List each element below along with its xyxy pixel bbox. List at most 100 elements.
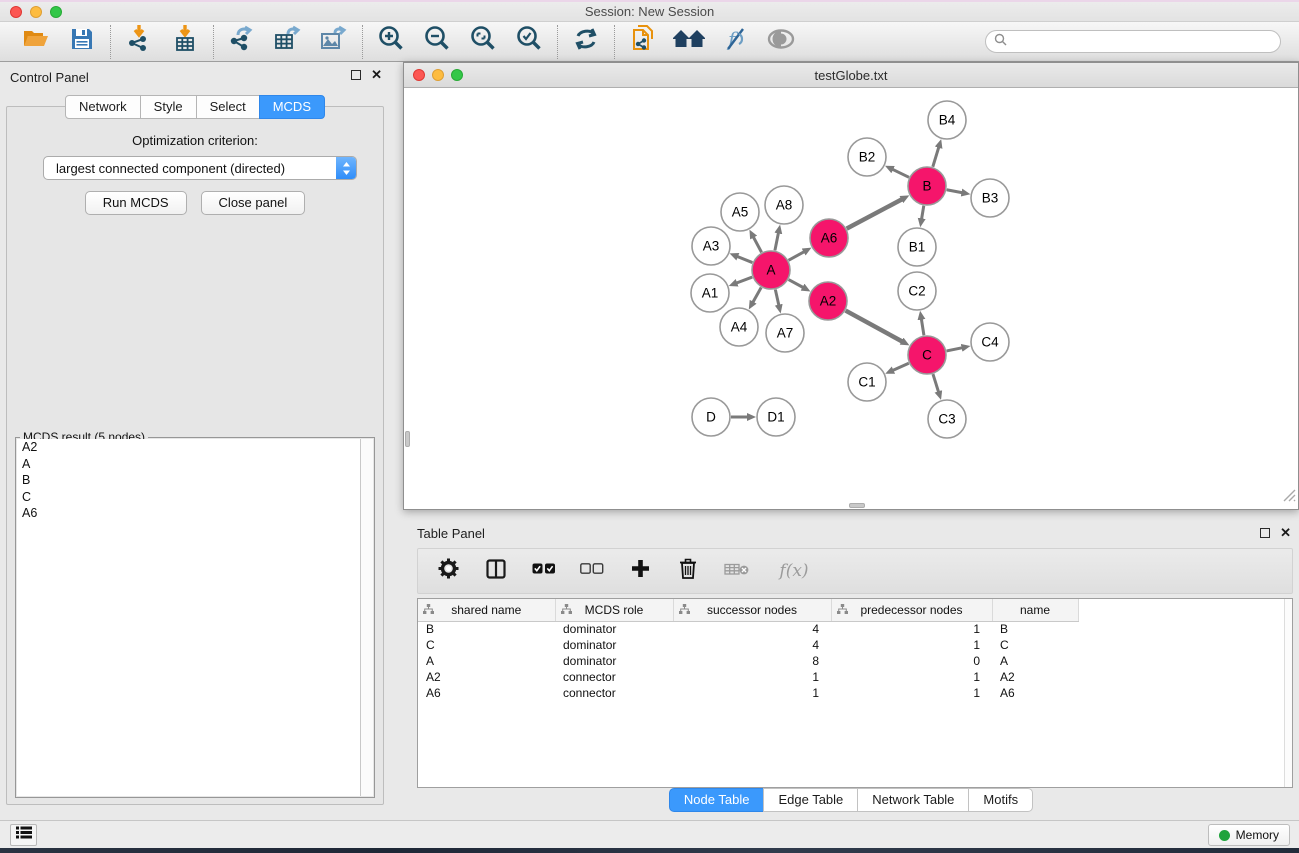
tab-style[interactable]: Style bbox=[140, 95, 197, 119]
table-row[interactable]: Adominator80A bbox=[418, 653, 1292, 669]
edge-A-A5[interactable] bbox=[753, 237, 761, 253]
zoom-out-button[interactable] bbox=[419, 25, 455, 59]
table-cell[interactable]: dominator bbox=[555, 621, 673, 637]
table-cell[interactable]: A6 bbox=[992, 685, 1078, 701]
import-network-button[interactable] bbox=[121, 25, 157, 59]
edge-C-C2[interactable] bbox=[921, 319, 924, 336]
close-panel-button[interactable]: Close panel bbox=[201, 191, 306, 215]
resize-grip[interactable] bbox=[1283, 489, 1296, 507]
edge-A-A3[interactable] bbox=[737, 256, 752, 262]
tab-motifs[interactable]: Motifs bbox=[968, 788, 1033, 812]
column-header-successor-nodes[interactable]: successor nodes bbox=[673, 599, 831, 621]
function-builder-button[interactable]: f(x) bbox=[772, 559, 816, 583]
close-table-panel-icon[interactable]: ✕ bbox=[1280, 528, 1291, 538]
column-header-mcds-role[interactable]: MCDS role bbox=[555, 599, 673, 621]
edge-A-A1[interactable] bbox=[736, 277, 752, 283]
zoom-selected-button[interactable] bbox=[511, 25, 547, 59]
table-cell[interactable]: A bbox=[992, 653, 1078, 669]
edge-B-B4[interactable] bbox=[933, 147, 939, 167]
float-panel-icon[interactable] bbox=[351, 70, 361, 80]
export-network-button[interactable] bbox=[224, 25, 260, 59]
tab-node-table[interactable]: Node Table bbox=[669, 788, 765, 812]
node-A1[interactable]: A1 bbox=[691, 274, 729, 312]
table-cell[interactable]: B bbox=[418, 621, 555, 637]
left-scroll-nub[interactable] bbox=[405, 431, 410, 447]
table-cell[interactable]: 4 bbox=[673, 637, 831, 653]
run-mcds-button[interactable]: Run MCDS bbox=[85, 191, 187, 215]
node-C4[interactable]: C4 bbox=[971, 323, 1009, 361]
table-cell[interactable]: 1 bbox=[831, 685, 992, 701]
table-cell[interactable]: 1 bbox=[831, 669, 992, 685]
table-row[interactable]: A2connector11A2 bbox=[418, 669, 1292, 685]
result-item[interactable]: A6 bbox=[17, 505, 373, 522]
table-scrollbar[interactable] bbox=[1284, 599, 1292, 787]
result-item[interactable]: A bbox=[17, 456, 373, 473]
table-cell[interactable]: C bbox=[418, 637, 555, 653]
column-header-shared-name[interactable]: shared name bbox=[418, 599, 555, 621]
export-table-button[interactable] bbox=[270, 25, 306, 59]
node-A7[interactable]: A7 bbox=[766, 314, 804, 352]
node-A8[interactable]: A8 bbox=[765, 186, 803, 224]
network-file-button[interactable] bbox=[625, 25, 661, 59]
deselect-all-button[interactable] bbox=[580, 559, 604, 583]
node-C1[interactable]: C1 bbox=[848, 363, 886, 401]
edge-A-A4[interactable] bbox=[753, 287, 762, 302]
edge-C-C4[interactable] bbox=[947, 348, 963, 351]
network-window-titlebar[interactable]: testGlobe.txt bbox=[404, 63, 1298, 88]
edge-A2-C[interactable] bbox=[846, 311, 903, 342]
table-cell[interactable]: 1 bbox=[673, 685, 831, 701]
tab-network[interactable]: Network bbox=[65, 95, 141, 119]
task-history-button[interactable] bbox=[10, 824, 37, 846]
network-canvas[interactable]: B4B2BB3A5A8A6A3B1AC2A1A2A4A7C4CC1DD1C3 bbox=[404, 88, 1298, 509]
edge-A-A2[interactable] bbox=[789, 280, 804, 288]
column-header-predecessor-nodes[interactable]: predecessor nodes bbox=[831, 599, 992, 621]
table-cell[interactable]: 1 bbox=[831, 621, 992, 637]
node-C3[interactable]: C3 bbox=[928, 400, 966, 438]
table-cell[interactable]: 1 bbox=[673, 669, 831, 685]
close-panel-icon[interactable]: ✕ bbox=[371, 70, 382, 80]
open-session-button[interactable] bbox=[18, 25, 54, 59]
result-scrollbar[interactable] bbox=[360, 439, 373, 796]
delete-column-button[interactable] bbox=[676, 559, 700, 583]
search-field[interactable] bbox=[985, 30, 1281, 53]
node-B[interactable]: B bbox=[908, 167, 946, 205]
table-cell[interactable]: 8 bbox=[673, 653, 831, 669]
select-all-button[interactable] bbox=[532, 559, 556, 583]
zoom-in-button[interactable] bbox=[373, 25, 409, 59]
result-item[interactable]: C bbox=[17, 489, 373, 506]
hide-graphics-details-button[interactable]: f bbox=[717, 25, 753, 59]
node-C2[interactable]: C2 bbox=[898, 272, 936, 310]
table-cell[interactable]: A2 bbox=[992, 669, 1078, 685]
node-table[interactable]: shared nameMCDS rolesuccessor nodesprede… bbox=[417, 598, 1293, 788]
node-A3[interactable]: A3 bbox=[692, 227, 730, 265]
float-table-panel-icon[interactable] bbox=[1260, 528, 1270, 538]
export-image-button[interactable] bbox=[316, 25, 352, 59]
table-cell[interactable]: dominator bbox=[555, 653, 673, 669]
tab-select[interactable]: Select bbox=[196, 95, 260, 119]
edge-C-C3[interactable] bbox=[933, 374, 939, 392]
edge-B-B1[interactable] bbox=[922, 206, 924, 220]
import-table-button[interactable] bbox=[167, 25, 203, 59]
table-row[interactable]: Cdominator41C bbox=[418, 637, 1292, 653]
edge-C-C1[interactable] bbox=[893, 363, 909, 370]
table-cell[interactable]: connector bbox=[555, 685, 673, 701]
node-C[interactable]: C bbox=[908, 336, 946, 374]
create-column-button[interactable] bbox=[628, 559, 652, 583]
edge-A-A8[interactable] bbox=[775, 232, 779, 250]
column-header-name[interactable]: name bbox=[992, 599, 1078, 621]
tab-network-table[interactable]: Network Table bbox=[857, 788, 969, 812]
table-cell[interactable]: 4 bbox=[673, 621, 831, 637]
node-B4[interactable]: B4 bbox=[928, 101, 966, 139]
node-B3[interactable]: B3 bbox=[971, 179, 1009, 217]
node-D[interactable]: D bbox=[692, 398, 730, 436]
table-cell[interactable]: dominator bbox=[555, 637, 673, 653]
delete-table-button[interactable] bbox=[724, 559, 748, 583]
node-A4[interactable]: A4 bbox=[720, 308, 758, 346]
save-session-button[interactable] bbox=[64, 25, 100, 59]
mcds-result-list[interactable]: A2ABCA6 bbox=[17, 439, 373, 796]
node-D1[interactable]: D1 bbox=[757, 398, 795, 436]
edge-B-B2[interactable] bbox=[892, 169, 909, 177]
table-cell[interactable]: 0 bbox=[831, 653, 992, 669]
edge-B-B3[interactable] bbox=[947, 190, 963, 193]
search-input[interactable] bbox=[1012, 35, 1262, 49]
